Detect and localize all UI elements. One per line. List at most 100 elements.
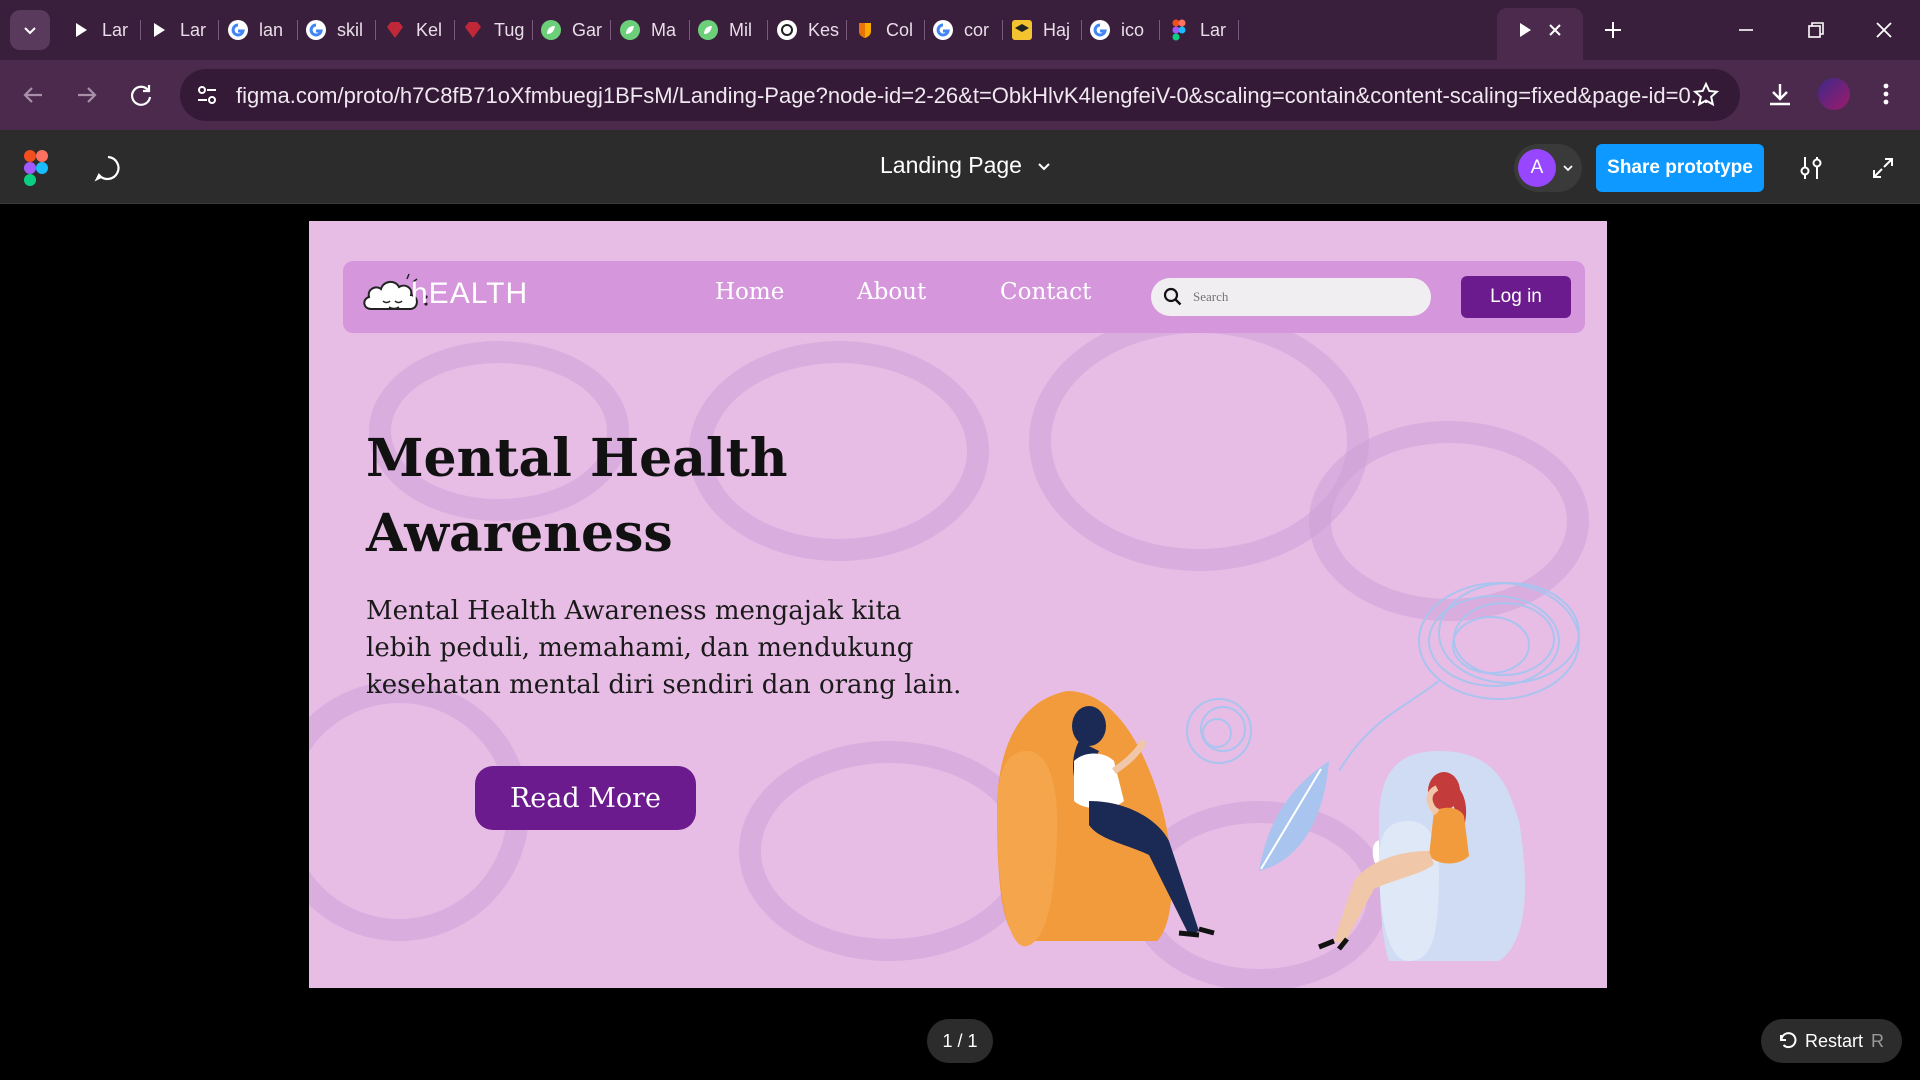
browser-tab[interactable]: Ma — [619, 14, 685, 46]
play-icon — [148, 19, 170, 41]
tab-list-button[interactable] — [10, 10, 50, 50]
browser-tab[interactable]: cor — [932, 14, 998, 46]
browser-tab-label: Tug — [494, 19, 525, 40]
colab-icon — [854, 19, 876, 41]
browser-tab-label: Gar — [572, 19, 603, 40]
tab-separator — [610, 20, 611, 40]
new-tab-button[interactable] — [1602, 14, 1624, 46]
expand-icon — [1873, 158, 1893, 178]
close-tab-button[interactable] — [1545, 14, 1565, 46]
nav-link-home[interactable]: Home — [715, 279, 784, 305]
nav-link-about[interactable]: About — [857, 279, 926, 305]
minimize-icon — [1739, 29, 1753, 31]
browser-tab[interactable]: Lar — [1168, 14, 1234, 46]
browser-tab-label: Haj — [1043, 19, 1071, 40]
browser-tab-label: Lar — [102, 19, 129, 40]
gem-icon — [462, 19, 484, 41]
reload-button[interactable] — [128, 82, 154, 113]
reload-icon — [130, 85, 152, 106]
browser-tab-label: ico — [1121, 19, 1145, 40]
figma-prototype-bar: Landing Page A Share prototype — [0, 130, 1920, 204]
comment-icon — [94, 155, 120, 182]
site-navbar: hEALTH Home About Contact Log in — [343, 261, 1585, 333]
active-tab[interactable] — [1514, 14, 1536, 46]
active-tab-bg — [1497, 8, 1583, 60]
browser-tab-label: cor — [964, 19, 990, 40]
tab-separator — [297, 20, 298, 40]
prototype-title-dropdown[interactable]: Landing Page — [880, 152, 1052, 179]
browser-tab-label: Mil — [729, 19, 752, 40]
browser-menu-button[interactable] — [1876, 80, 1896, 113]
chevron-down-icon — [24, 27, 36, 35]
browser-tab[interactable]: Mil — [697, 14, 763, 46]
read-more-button[interactable]: Read More — [475, 766, 696, 830]
leaf-icon — [619, 19, 641, 41]
play-icon — [1514, 19, 1536, 41]
url-text[interactable]: figma.com/proto/h7C8fB71oXfmbuegj1BFsM/L… — [236, 83, 1709, 109]
browser-tab-label: Lar — [180, 19, 207, 40]
minimize-button[interactable] — [1736, 14, 1756, 46]
site-settings-icon[interactable] — [194, 82, 220, 113]
browser-tab-label: Ma — [651, 19, 677, 40]
google-icon — [1089, 19, 1111, 41]
browser-tab[interactable]: Haj — [1011, 14, 1077, 46]
close-icon — [1549, 24, 1561, 36]
browser-tab[interactable]: skil — [305, 14, 371, 46]
settings-button[interactable] — [1797, 154, 1825, 187]
google-icon — [227, 19, 249, 41]
comment-button[interactable] — [94, 154, 122, 187]
search-input[interactable] — [1193, 289, 1413, 305]
browser-tab[interactable]: Lar — [148, 14, 214, 46]
close-window-button[interactable] — [1874, 14, 1894, 46]
forward-button[interactable] — [74, 82, 100, 113]
user-avatar-menu[interactable]: A — [1514, 144, 1582, 192]
restore-icon — [1808, 22, 1824, 38]
browser-tab-bar: Lar Lar lan skil Kel Tug Gar Ma Mil Kes Col cor Haj i… — [0, 0, 1920, 60]
address-bar[interactable]: figma.com/proto/h7C8fB71oXfmbuegj1BFsM/L… — [180, 69, 1740, 121]
tab-separator — [140, 20, 141, 40]
restore-button[interactable] — [1806, 14, 1826, 46]
browser-tab[interactable]: Col — [854, 14, 920, 46]
browser-tab-label: Kel — [416, 19, 443, 40]
restart-label: Restart — [1805, 1030, 1864, 1051]
hero-title: Mental Health Awareness — [366, 428, 788, 564]
figma-icon — [1168, 19, 1190, 41]
kebab-menu-icon — [1883, 83, 1889, 105]
gem-icon — [384, 19, 406, 41]
browser-tab[interactable]: Tug — [462, 14, 528, 46]
browser-toolbar: figma.com/proto/h7C8fB71oXfmbuegj1BFsM/L… — [0, 60, 1920, 130]
search-box[interactable] — [1151, 278, 1431, 316]
search-icon — [1163, 287, 1182, 306]
tab-separator — [767, 20, 768, 40]
download-button[interactable] — [1766, 80, 1794, 113]
landing-page-frame: hEALTH Home About Contact Log in Mental … — [309, 221, 1607, 988]
layers-icon — [1011, 19, 1033, 41]
browser-tab[interactable]: Kel — [384, 14, 450, 46]
browser-tab[interactable]: ico — [1089, 14, 1155, 46]
brand-name[interactable]: hEALTH — [411, 277, 528, 311]
login-button[interactable]: Log in — [1461, 276, 1571, 318]
arrow-right-icon — [78, 87, 97, 103]
google-icon — [305, 19, 327, 41]
browser-tab[interactable]: Kes — [776, 14, 842, 46]
nav-link-contact[interactable]: Contact — [1000, 279, 1091, 305]
page-counter: 1 / 1 — [927, 1019, 993, 1063]
openai-icon — [776, 19, 798, 41]
tab-separator — [218, 20, 219, 40]
plus-icon — [1605, 22, 1621, 38]
browser-tab[interactable]: Gar — [540, 14, 606, 46]
restart-button[interactable]: Restart R — [1761, 1019, 1902, 1063]
share-prototype-button[interactable]: Share prototype — [1596, 144, 1764, 192]
browser-tab[interactable]: Lar — [70, 14, 136, 46]
fullscreen-button[interactable] — [1871, 156, 1895, 185]
browser-tab-label: Kes — [808, 19, 840, 40]
google-icon — [932, 19, 954, 41]
undo-icon — [1780, 1032, 1797, 1049]
close-icon — [1876, 22, 1892, 38]
bookmark-star-icon[interactable] — [1692, 81, 1720, 114]
figma-logo-icon[interactable] — [24, 150, 48, 191]
hero-description: Mental Health Awareness mengajak kita le… — [366, 596, 962, 700]
browser-tab[interactable]: lan — [227, 14, 293, 46]
back-button[interactable] — [20, 82, 46, 113]
profile-avatar[interactable] — [1818, 78, 1850, 110]
